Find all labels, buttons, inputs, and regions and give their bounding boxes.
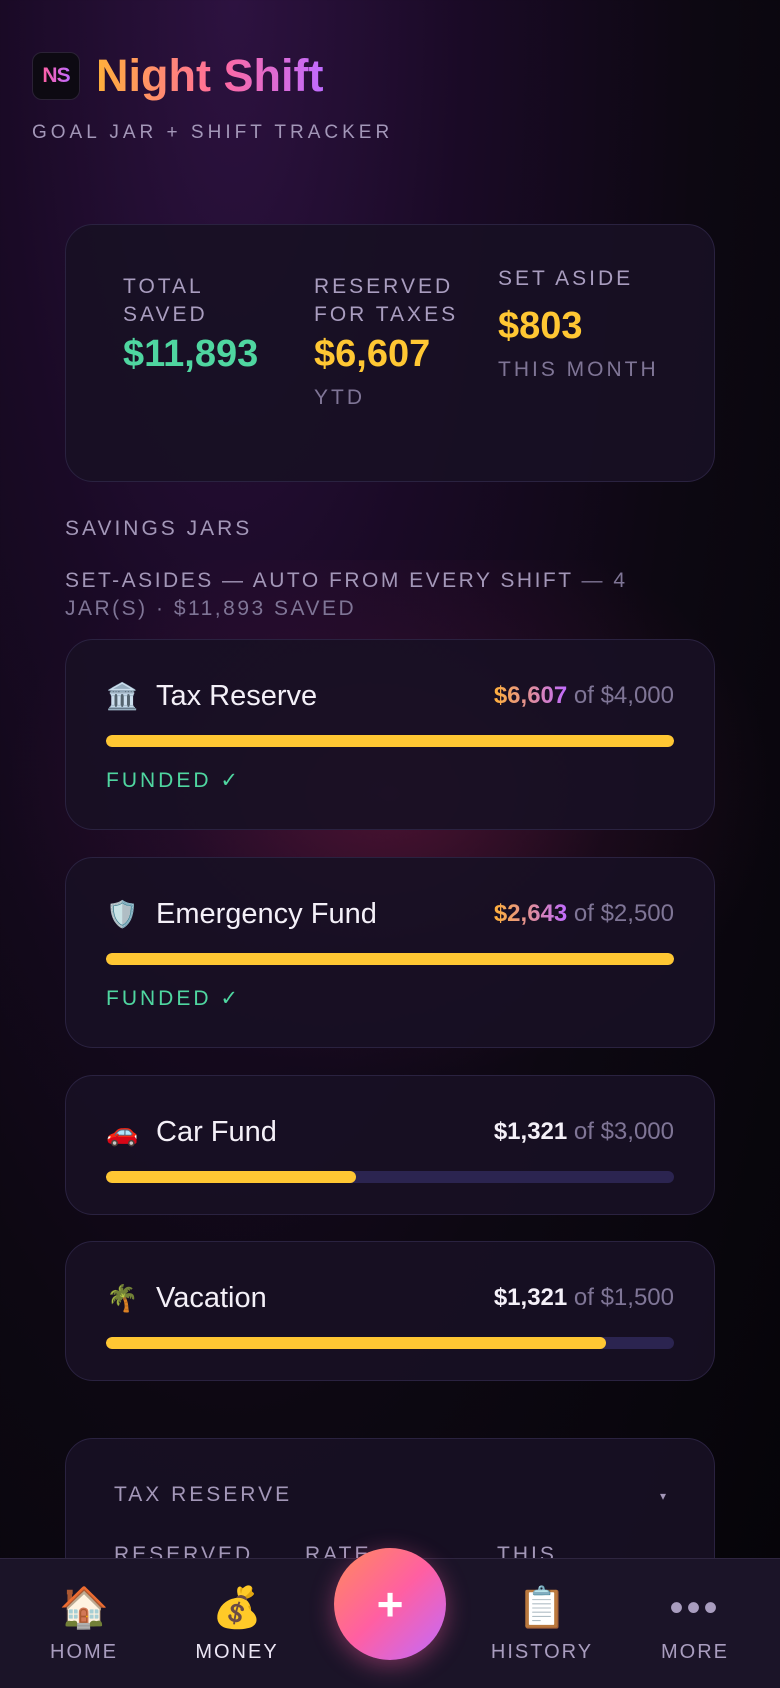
nav-label: MONEY: [195, 1641, 279, 1663]
chevron-down-icon[interactable]: ▾: [660, 1489, 666, 1503]
jar-progress-bar: [106, 1171, 674, 1183]
funded-badge: FUNDED ✓: [106, 987, 241, 1010]
more-dots-icon: •••: [669, 1586, 721, 1630]
jar-name: Tax Reserve: [156, 679, 318, 712]
shield-icon: 🛡️: [106, 898, 139, 929]
stat-value: $803: [498, 305, 583, 347]
jar-amount: $2,643 of $2,500: [494, 900, 674, 928]
stat-sub: YTD: [314, 386, 365, 409]
jar-current: $2,643: [493, 900, 568, 927]
jar-progress-bar: [106, 735, 674, 747]
funded-badge: FUNDED ✓: [106, 769, 241, 792]
jar-progress-bar: [106, 1337, 674, 1349]
nav-more[interactable]: ••• MORE: [635, 1583, 755, 1664]
palm-tree-icon: 🌴: [106, 1282, 139, 1313]
jar-card-tax-reserve[interactable]: 🏛️ Tax Reserve $6,607 of $4,000 FUNDED ✓: [65, 639, 715, 830]
app-title: Night Shift: [96, 50, 324, 101]
stat-value: $11,893: [123, 333, 259, 375]
jar-card-car-fund[interactable]: 🚗 Car Fund $1,321 of $3,000: [65, 1075, 715, 1215]
jar-progress-fill: [106, 1171, 356, 1183]
stat-label: SET ASIDE: [498, 267, 634, 290]
jar-current: $1,321: [493, 1118, 568, 1145]
app-subtitle: GOAL JAR + SHIFT TRACKER: [32, 122, 394, 143]
jar-progress-fill: [106, 1337, 606, 1349]
stat-label: RESERVED FOR TAXES: [314, 275, 459, 326]
jar-amount: $1,321 of $1,500: [494, 1284, 674, 1312]
stat-value: $6,607: [314, 333, 431, 375]
jar-card-vacation[interactable]: 🌴 Vacation $1,321 of $1,500: [65, 1241, 715, 1381]
nav-history[interactable]: 📋 HISTORY: [482, 1583, 602, 1664]
jar-current: $6,607: [493, 682, 568, 709]
stat-sub: THIS MONTH: [498, 358, 659, 381]
jar-goal: of $1,500: [567, 1284, 674, 1311]
clipboard-icon: 📋: [517, 1586, 567, 1630]
summary-card: TOTAL SAVED $11,893 RESERVED FOR TAXES $…: [65, 224, 715, 482]
app-logo[interactable]: NS: [32, 52, 80, 100]
stat-set-aside: SET ASIDE $803 THIS MONTH: [498, 265, 698, 382]
money-bag-icon: 💰: [212, 1586, 262, 1630]
bank-icon: 🏛️: [106, 680, 139, 711]
jar-progress-fill: [106, 735, 674, 747]
tax-reserve-title: TAX RESERVE: [114, 1483, 293, 1506]
savings-jars-title: SAVINGS JARS: [65, 517, 253, 540]
jar-name: Vacation: [156, 1281, 267, 1314]
nav-home[interactable]: 🏠 HOME: [24, 1583, 144, 1664]
jar-goal: of $4,000: [567, 682, 674, 709]
jar-amount: $1,321 of $3,000: [494, 1118, 674, 1146]
stat-total-saved: TOTAL SAVED $11,893: [123, 273, 293, 376]
stat-reserved-taxes: RESERVED FOR TAXES $6,607 YTD: [314, 273, 489, 410]
stat-label: TOTAL SAVED: [123, 275, 208, 326]
subtitle-main: SET-ASIDES — AUTO FROM EVERY SHIFT: [65, 569, 574, 592]
nav-money[interactable]: 💰 MONEY: [177, 1583, 297, 1664]
jar-name: Emergency Fund: [156, 897, 377, 930]
jar-current: $1,321: [493, 1284, 568, 1311]
savings-jars-subtitle: SET-ASIDES — AUTO FROM EVERY SHIFT — 4 J…: [65, 567, 685, 623]
jar-card-emergency-fund[interactable]: 🛡️ Emergency Fund $2,643 of $2,500 FUNDE…: [65, 857, 715, 1048]
jar-progress-bar: [106, 953, 674, 965]
add-button[interactable]: +: [334, 1548, 446, 1660]
home-icon: 🏠: [59, 1586, 109, 1630]
app-header: NS Night Shift GOAL JAR + SHIFT TRACKER: [32, 50, 732, 144]
nav-label: HOME: [50, 1641, 118, 1663]
jar-goal: of $2,500: [567, 900, 674, 927]
jar-amount: $6,607 of $4,000: [494, 682, 674, 710]
jar-goal: of $3,000: [567, 1118, 674, 1145]
jar-progress-fill: [106, 953, 674, 965]
car-icon: 🚗: [106, 1116, 139, 1147]
nav-label: MORE: [661, 1641, 729, 1663]
nav-label: HISTORY: [490, 1641, 594, 1663]
jar-name: Car Fund: [156, 1115, 277, 1148]
